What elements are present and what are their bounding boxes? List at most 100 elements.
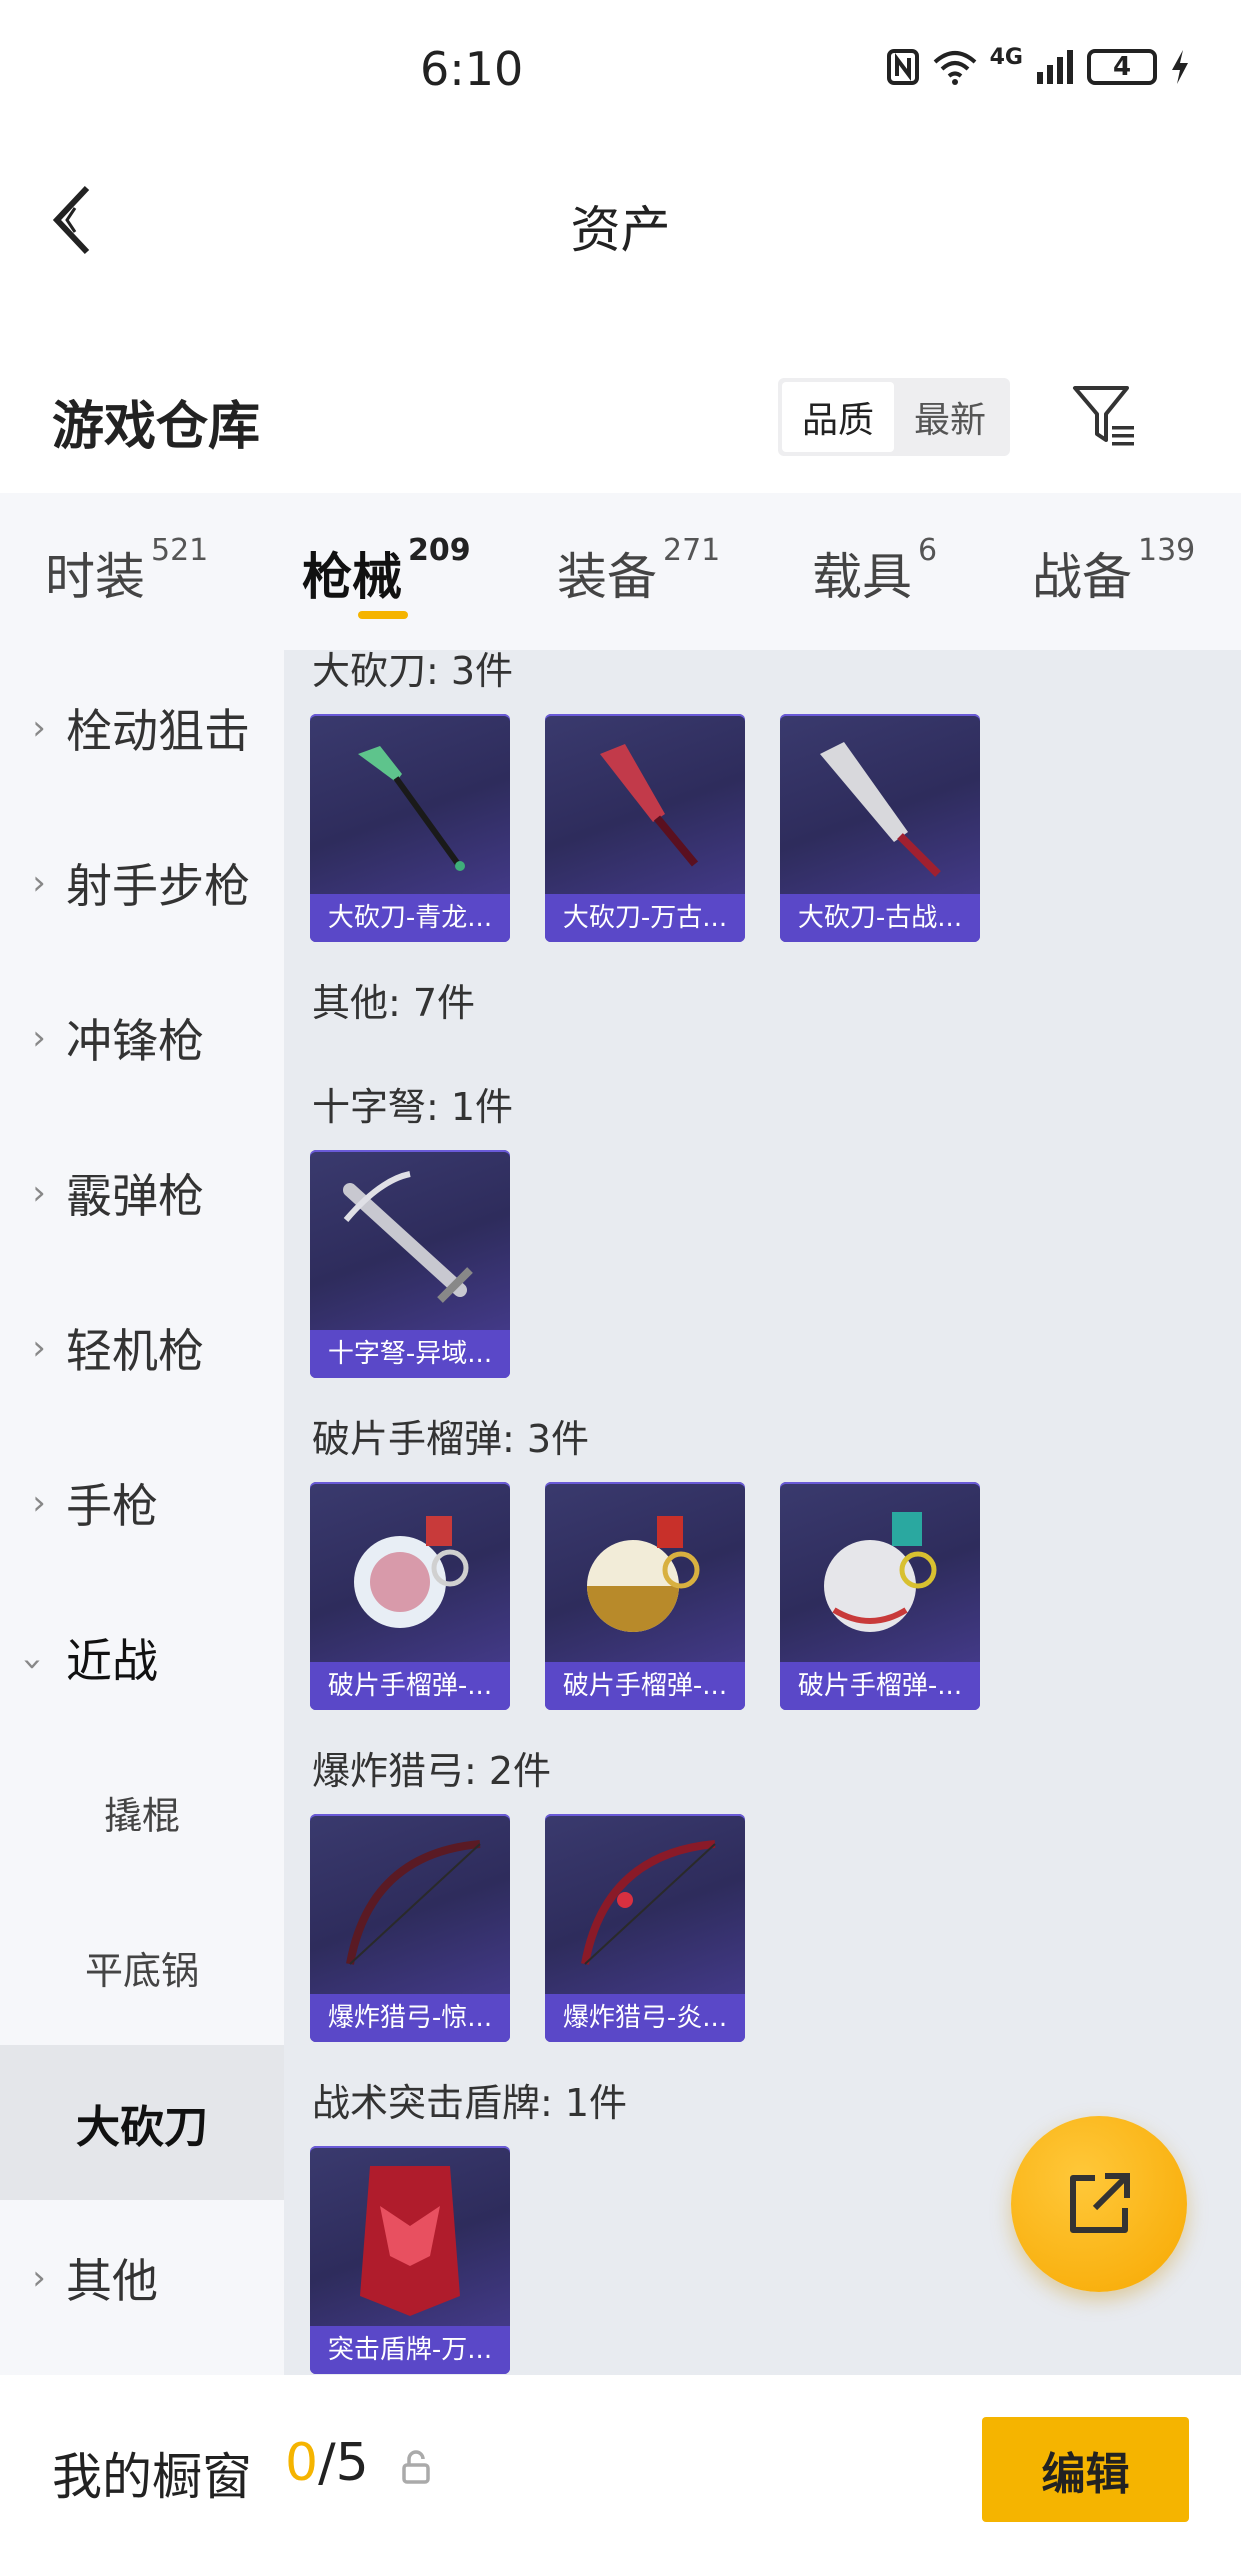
chevron-right-icon: › <box>32 2257 46 2298</box>
group-title: 其他: 7件 <box>312 981 476 1025</box>
group-title: 十字弩: 1件 <box>312 1085 514 1129</box>
item-name: 破片手榴弹-... <box>780 1662 980 1710</box>
sidebar-item-label: 霰弹枪 <box>66 1168 204 1223</box>
sidebar-item-melee[interactable]: › 近战 <box>0 1580 284 1735</box>
sidebar-item-label: 其他 <box>66 2253 158 2308</box>
tab-count: 209 <box>408 533 471 568</box>
item-card[interactable]: 爆炸猎弓-惊... <box>310 1814 510 2042</box>
status-time: 6:10 <box>420 42 524 96</box>
tab-label: 载具 <box>812 548 912 606</box>
sidebar-item-label: 手枪 <box>66 1478 158 1533</box>
tab-label: 装备 <box>557 548 657 606</box>
item-name: 大砍刀-古战... <box>780 894 980 942</box>
item-name: 破片手榴弹-... <box>310 1662 510 1710</box>
signal-icon <box>1037 50 1073 84</box>
chevron-right-icon: › <box>32 1327 46 1368</box>
tab-label: 战备 <box>1032 548 1132 606</box>
showcase-count: 0/5 <box>285 2433 369 2493</box>
sort-toggle: 品质 最新 <box>778 378 1010 456</box>
sidebar-item-other[interactable]: › 其他 <box>0 2200 284 2355</box>
tab-label: 时装 <box>45 548 145 606</box>
sidebar-subitem-pan[interactable]: 平底锅 <box>0 1890 284 2045</box>
warehouse-row: 游戏仓库 品质 最新 <box>0 340 1241 490</box>
tab-count: 6 <box>918 533 938 568</box>
shield-icon <box>360 2166 460 2316</box>
tab-count: 139 <box>1138 533 1196 568</box>
item-card[interactable]: 爆炸猎弓-炎... <box>545 1814 745 2042</box>
edit-button[interactable]: 编辑 <box>982 2417 1189 2522</box>
chevron-right-icon: › <box>32 1017 46 1058</box>
share-icon <box>1070 2173 1130 2233</box>
group-title: 爆炸猎弓: 2件 <box>312 1749 552 1793</box>
item-card[interactable]: 破片手榴弹-... <box>310 1482 510 1710</box>
grenade-icon <box>354 1516 469 1628</box>
active-tab-indicator <box>358 611 408 619</box>
sidebar-item-bolt-sniper[interactable]: › 栓动狙击 <box>0 650 284 805</box>
tab-count: 271 <box>663 533 721 568</box>
machete-icon <box>820 742 941 877</box>
tab-firearms[interactable]: 枪械 209 <box>302 533 471 609</box>
tab-label: 枪械 <box>302 548 402 606</box>
sidebar-item-label: 近战 <box>66 1633 158 1688</box>
item-name: 大砍刀-青龙... <box>310 894 510 942</box>
lock-icon <box>402 2450 430 2484</box>
item-card[interactable]: 突击盾牌-万... <box>310 2146 510 2374</box>
chevron-down-icon: › <box>13 1656 53 1671</box>
filter-button[interactable] <box>1070 380 1140 450</box>
page-title: 资产 <box>570 201 671 259</box>
bow-icon <box>581 1840 716 1965</box>
sidebar-subitem-machete[interactable]: 大砍刀 <box>0 2045 284 2200</box>
status-bar: 6:10 4G 4 <box>0 0 1241 140</box>
grenade-icon <box>824 1512 937 1632</box>
sidebar-item-lmg[interactable]: › 轻机枪 <box>0 1270 284 1425</box>
tab-fashion[interactable]: 时装 521 <box>45 533 208 609</box>
tab-supplies[interactable]: 战备 139 <box>1032 533 1195 609</box>
nfc-icon <box>886 49 919 85</box>
battery-icon: 4 <box>1087 49 1157 85</box>
showcase-current: 0 <box>285 2433 319 2493</box>
item-name: 爆炸猎弓-炎... <box>545 1994 745 2042</box>
sidebar-item-label: 栓动狙击 <box>66 703 250 758</box>
sort-quality-option[interactable]: 品质 <box>782 382 894 452</box>
sort-newest-option[interactable]: 最新 <box>894 382 1006 452</box>
sidebar-item-label: 冲锋枪 <box>66 1013 204 1068</box>
machete-icon <box>358 746 465 871</box>
weapon-type-sidebar: › 栓动狙击 › 射手步枪 › 冲锋枪 › 霰弹枪 › 轻机枪 › 手枪 › 近战 撬棍 平底… <box>0 650 284 2375</box>
item-card[interactable]: 大砍刀-古战... <box>780 714 980 942</box>
item-card[interactable]: 十字弩-异域... <box>310 1150 510 1378</box>
sidebar-item-marksman-rifle[interactable]: › 射手步枪 <box>0 805 284 960</box>
app-header: 资产 <box>0 140 1241 300</box>
group-title: 大砍刀: 3件 <box>312 650 514 693</box>
item-name: 爆炸猎弓-惊... <box>310 1994 510 2042</box>
charging-icon <box>1172 50 1188 84</box>
sidebar-item-smg[interactable]: › 冲锋枪 <box>0 960 284 1115</box>
tab-count: 521 <box>151 533 209 568</box>
sidebar-item-shotgun[interactable]: › 霰弹枪 <box>0 1115 284 1270</box>
share-button[interactable] <box>1011 2116 1187 2292</box>
chevron-right-icon: › <box>32 1172 46 1213</box>
tab-equipment[interactable]: 装备 271 <box>557 533 720 609</box>
sidebar-subitem-crowbar[interactable]: 撬棍 <box>0 1735 284 1890</box>
network-label: 4G <box>989 44 1023 70</box>
tab-vehicles[interactable]: 载具 6 <box>812 533 937 609</box>
item-card[interactable]: 大砍刀-万古... <box>545 714 745 942</box>
item-name: 大砍刀-万古... <box>545 894 745 942</box>
bow-icon <box>346 1840 481 1965</box>
crossbow-icon <box>343 1171 473 1303</box>
category-tabs: 时装 521 枪械 209 装备 271 载具 6 战备 139 <box>0 493 1241 650</box>
item-card[interactable]: 破片手榴弹-... <box>545 1482 745 1710</box>
item-card[interactable]: 破片手榴弹-... <box>780 1482 980 1710</box>
grenade-icon <box>587 1516 700 1632</box>
chevron-right-icon: › <box>32 1482 46 1523</box>
showcase-total: /5 <box>318 2433 369 2493</box>
chevron-right-icon: › <box>32 862 46 903</box>
sidebar-item-label: 轻机枪 <box>66 1323 204 1378</box>
item-card[interactable]: 大砍刀-青龙... <box>310 714 510 942</box>
item-name: 突击盾牌-万... <box>310 2326 510 2374</box>
item-name: 十字弩-异域... <box>310 1330 510 1378</box>
warehouse-title: 游戏仓库 <box>52 397 261 457</box>
group-title: 破片手榴弹: 3件 <box>312 1417 590 1461</box>
sidebar-item-label: 射手步枪 <box>66 858 250 913</box>
sidebar-item-pistol[interactable]: › 手枪 <box>0 1425 284 1580</box>
showcase-bar: 我的橱窗 0/5 编辑 <box>0 2375 1241 2560</box>
